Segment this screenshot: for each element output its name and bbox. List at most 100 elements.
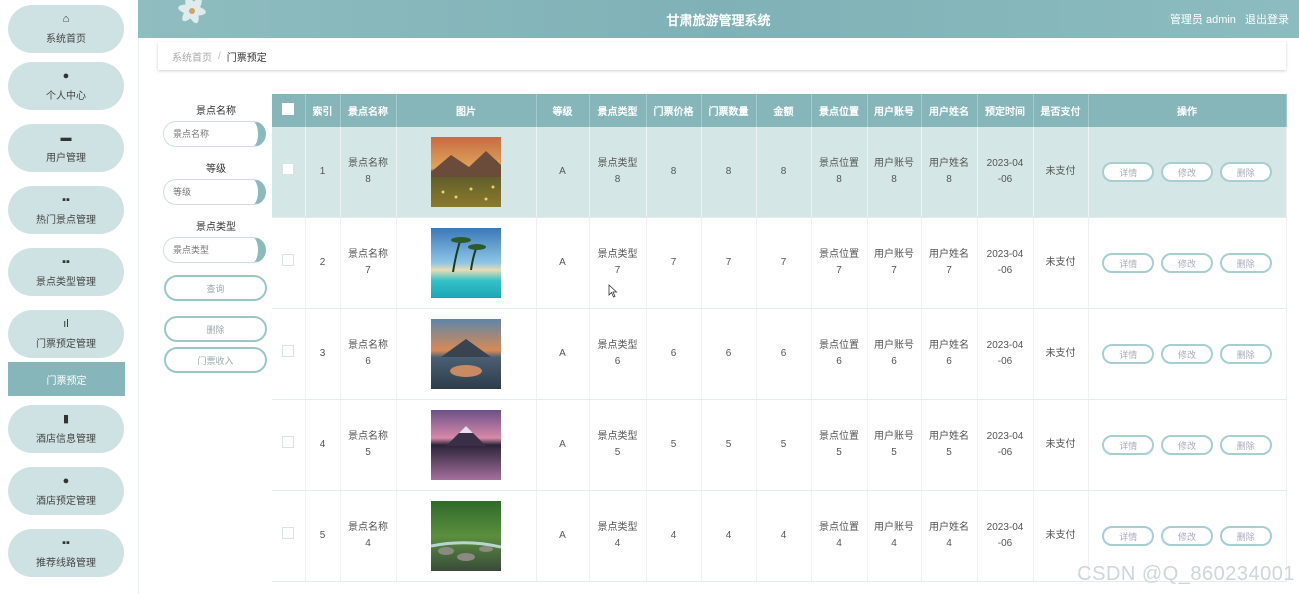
nav-personal-center[interactable]: ● 个人中心 bbox=[8, 62, 124, 110]
table-header-row: 索引 景点名称 图片 等级 景点类型 门票价格 门票数量 金额 景点位置 用户账… bbox=[272, 94, 1287, 127]
ticket-income-button[interactable]: 门票收入 bbox=[164, 347, 267, 373]
logout-link[interactable]: 退出登录 bbox=[1245, 14, 1289, 26]
name-cell: 景点名称 5 bbox=[340, 399, 397, 491]
level-cell: A bbox=[536, 399, 590, 491]
edit-button[interactable]: 修改 bbox=[1161, 162, 1213, 182]
account-cell: 用户账号 4 bbox=[867, 490, 922, 582]
column-header: 图片 bbox=[396, 94, 537, 127]
row-checkbox[interactable] bbox=[282, 527, 295, 539]
table-row[interactable]: 1 景点名称 8 A 景点类型 8 8 8 8 景点位置 8 用户账号 8 用户姓名 8 … bbox=[272, 127, 1287, 218]
row-delete-button[interactable]: 删除 bbox=[1219, 344, 1272, 364]
select-all-header[interactable] bbox=[272, 94, 306, 127]
nav-system-home[interactable]: ⌂ 系统首页 bbox=[8, 5, 124, 53]
index-cell: 2 bbox=[305, 217, 341, 309]
quantity-cell: 7 bbox=[701, 217, 757, 309]
row-select[interactable] bbox=[272, 127, 306, 218]
row-select[interactable] bbox=[272, 399, 306, 491]
edit-button[interactable]: 修改 bbox=[1161, 344, 1213, 364]
spot-name-input[interactable] bbox=[163, 121, 266, 147]
level-input[interactable] bbox=[163, 179, 266, 205]
nav-hotel-booking[interactable]: ● 酒店预定管理 bbox=[8, 467, 124, 515]
row-checkbox[interactable] bbox=[282, 345, 295, 357]
index-cell: 3 bbox=[305, 308, 341, 400]
paid-cell: 未支付 bbox=[1033, 308, 1089, 400]
mouse-cursor-icon bbox=[608, 284, 618, 298]
name-cell: 景点名称 8 bbox=[340, 127, 397, 218]
thumbnail-image bbox=[431, 501, 501, 571]
location-cell: 景点位置 4 bbox=[811, 490, 868, 582]
column-header: 景点名称 bbox=[340, 94, 397, 127]
type-cell: 景点类型 5 bbox=[589, 399, 647, 491]
detail-button[interactable]: 详情 bbox=[1102, 526, 1155, 546]
thumbnail-image bbox=[431, 137, 501, 207]
actions-cell: 详情 修改 删除 bbox=[1088, 308, 1287, 400]
user-area: 管理员 admin 退出登录 bbox=[1164, 11, 1289, 27]
image-cell bbox=[396, 490, 537, 582]
price-cell: 4 bbox=[646, 490, 702, 582]
spot-type-label: 景点类型 bbox=[196, 222, 236, 233]
query-button[interactable]: 查询 bbox=[164, 275, 267, 301]
username-cell: 用户姓名 4 bbox=[921, 490, 978, 582]
paid-cell: 未支付 bbox=[1033, 399, 1089, 491]
edit-button[interactable]: 修改 bbox=[1161, 435, 1213, 455]
delete-button[interactable]: 删除 bbox=[164, 316, 267, 342]
row-checkbox[interactable] bbox=[282, 163, 295, 175]
top-header: 甘肃旅游管理系统 管理员 admin 退出登录 bbox=[138, 0, 1299, 38]
row-checkbox[interactable] bbox=[282, 436, 295, 448]
sidebar: ⌂ 系统首页 ● 个人中心 ▬ 用户管理 ▪▪ 热门景点管理 ▪▪ 景点类型管理… bbox=[0, 0, 139, 594]
column-header: 预定时间 bbox=[977, 94, 1034, 127]
ticket-booking-table: 索引 景点名称 图片 等级 景点类型 门票价格 门票数量 金额 景点位置 用户账… bbox=[272, 94, 1287, 582]
thumbnail-image bbox=[431, 228, 501, 298]
spot-type-input[interactable] bbox=[163, 237, 266, 263]
thumbnail-image bbox=[431, 319, 501, 389]
level-label: 等级 bbox=[206, 164, 226, 175]
username-cell: 用户姓名 7 bbox=[921, 217, 978, 309]
time-cell: 2023-04 -06 bbox=[977, 127, 1034, 218]
detail-button[interactable]: 详情 bbox=[1102, 253, 1155, 273]
price-cell: 8 bbox=[646, 127, 702, 218]
nav-sub-ticket-booking[interactable]: 门票预定 bbox=[8, 362, 125, 396]
detail-button[interactable]: 详情 bbox=[1102, 344, 1155, 364]
row-select[interactable] bbox=[272, 217, 306, 309]
row-checkbox[interactable] bbox=[282, 254, 295, 266]
table-row[interactable]: 4 景点名称 5 A 景点类型 5 5 5 5 景点位置 5 用户账号 5 用户姓名 5 … bbox=[272, 399, 1287, 491]
image-cell bbox=[396, 127, 537, 218]
user-label: 管理员 admin bbox=[1169, 14, 1236, 26]
thumbnail-image bbox=[431, 410, 501, 480]
row-delete-button[interactable]: 删除 bbox=[1219, 526, 1272, 546]
detail-button[interactable]: 详情 bbox=[1102, 435, 1155, 455]
account-cell: 用户账号 5 bbox=[867, 399, 922, 491]
detail-button[interactable]: 详情 bbox=[1102, 162, 1155, 182]
column-header: 等级 bbox=[536, 94, 590, 127]
index-cell: 4 bbox=[305, 399, 341, 491]
bar-chart-icon: ıl bbox=[63, 318, 69, 330]
nav-ticket-booking[interactable]: ıl 门票预定管理 bbox=[8, 310, 124, 358]
paid-cell: 未支付 bbox=[1033, 127, 1089, 218]
nav-label: 用户管理 bbox=[46, 153, 86, 164]
edit-button[interactable]: 修改 bbox=[1161, 253, 1213, 273]
table-row[interactable]: 3 景点名称 6 A 景点类型 6 6 6 6 景点位置 6 用户账号 6 用户姓名 6 … bbox=[272, 308, 1287, 400]
row-select[interactable] bbox=[272, 490, 306, 582]
nav-recommended-routes[interactable]: ▪▪ 推荐线路管理 bbox=[8, 529, 124, 577]
quantity-cell: 4 bbox=[701, 490, 757, 582]
row-delete-button[interactable]: 删除 bbox=[1219, 435, 1272, 455]
row-select[interactable] bbox=[272, 308, 306, 400]
quantity-cell: 6 bbox=[701, 308, 757, 400]
level-cell: A bbox=[536, 127, 590, 218]
nav-spot-types[interactable]: ▪▪ 景点类型管理 bbox=[8, 248, 124, 296]
row-delete-button[interactable]: 删除 bbox=[1219, 253, 1272, 273]
nav-hot-spots[interactable]: ▪▪ 热门景点管理 bbox=[8, 186, 124, 234]
nav-label: 系统首页 bbox=[46, 34, 86, 45]
breadcrumb-home[interactable]: 系统首页 bbox=[172, 49, 212, 64]
price-cell: 7 bbox=[646, 217, 702, 309]
nav-hotel-info[interactable]: ▮ 酒店信息管理 bbox=[8, 405, 124, 453]
edit-button[interactable]: 修改 bbox=[1161, 526, 1213, 546]
select-all-checkbox[interactable] bbox=[282, 103, 295, 115]
time-cell: 2023-04 -06 bbox=[977, 490, 1034, 582]
amount-cell: 4 bbox=[756, 490, 812, 582]
nav-user-management[interactable]: ▬ 用户管理 bbox=[8, 124, 124, 172]
table-row[interactable]: 2 景点名称 7 A 景点类型 7 7 7 7 景点位置 7 用户账号 7 用户姓名 7 … bbox=[272, 217, 1287, 309]
username-cell: 用户姓名 6 bbox=[921, 308, 978, 400]
row-delete-button[interactable]: 删除 bbox=[1219, 162, 1272, 182]
map-pin-icon: ● bbox=[62, 475, 70, 487]
